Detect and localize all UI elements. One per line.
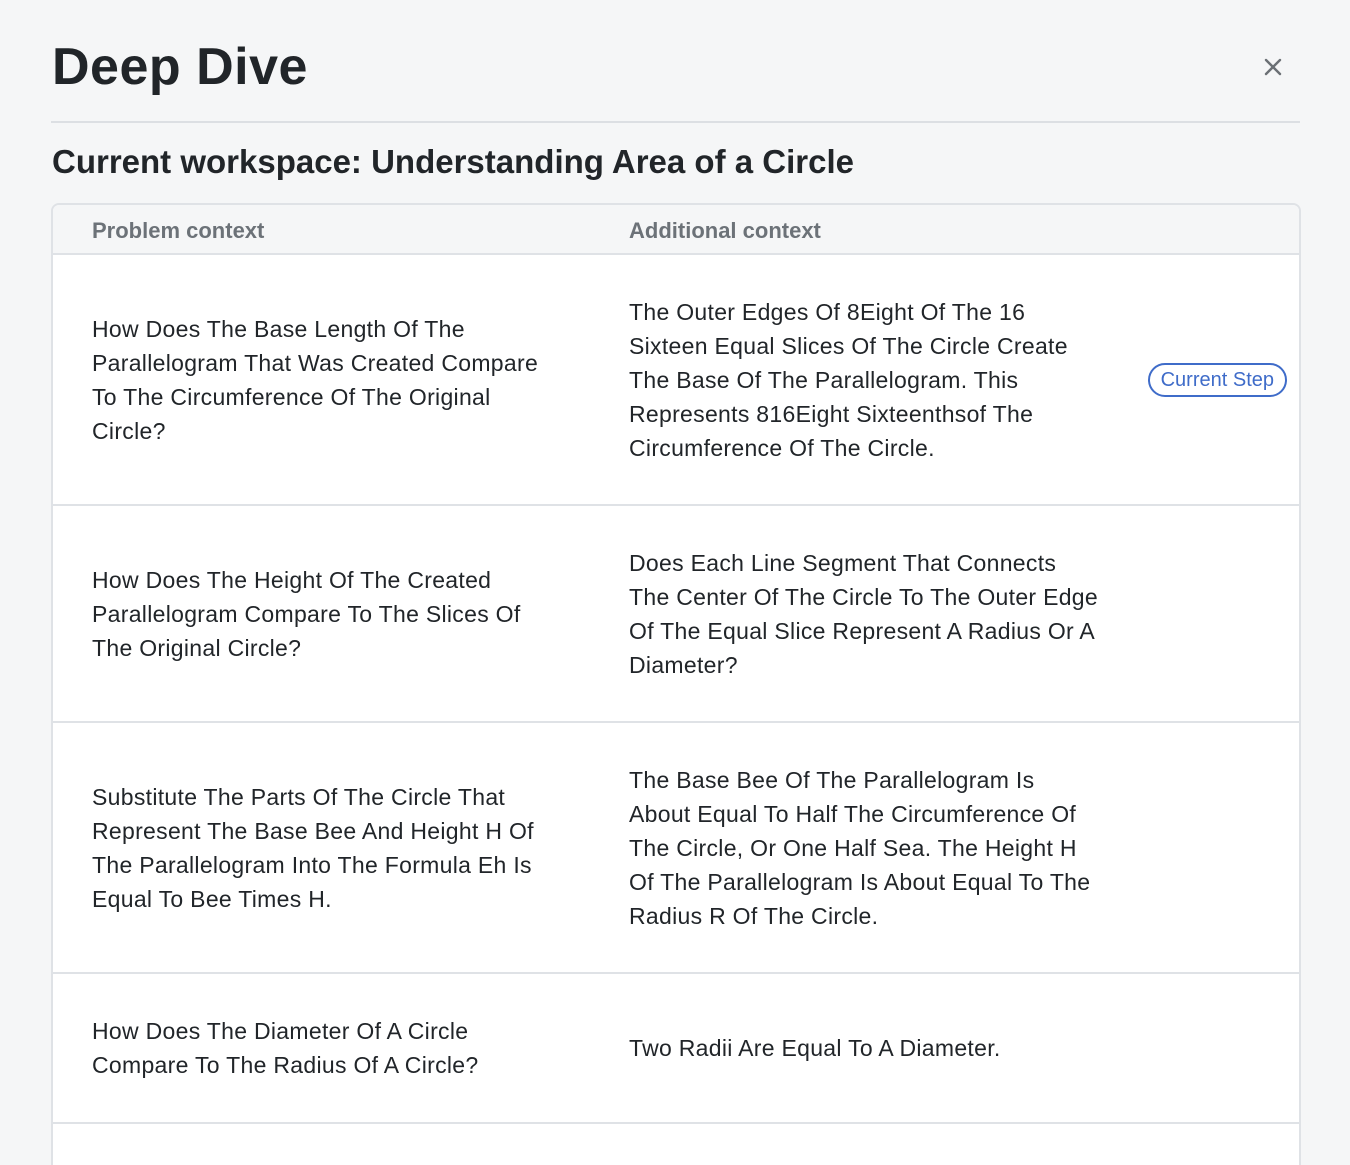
additional-context-cell: The Outer Edges Of 8Eight Of The 16 Sixt…: [629, 298, 1068, 461]
additional-context-cell: Two Radii Are Equal To A Diameter.: [629, 1035, 1001, 1061]
column-header-additional-context: Additional context: [629, 218, 821, 243]
table-row[interactable]: Substitute The Parts Of The Circle That …: [53, 723, 1299, 974]
current-step-badge: Current Step: [1147, 362, 1287, 397]
table-row[interactable]: How Does The Diameter Of A Circle Compar…: [53, 974, 1299, 1124]
additional-context-cell: The Base Bee Of The Parallelogram Is Abo…: [629, 766, 1091, 929]
column-header-problem-context: Problem context: [92, 218, 265, 243]
problem-context-cell: Substitute The Parts Of The Circle That …: [92, 783, 534, 912]
problem-context-cell: How Does The Diameter Of A Circle Compar…: [92, 1018, 479, 1078]
workspace-heading: Current workspace: Understanding Area of…: [52, 143, 854, 180]
problem-context-cell: How Does The Base Length Of The Parallel…: [92, 315, 539, 444]
table-row[interactable]: How Does The Height Of The Created Paral…: [53, 506, 1299, 723]
close-icon: [1264, 58, 1282, 76]
context-table: Problem context Additional context How D…: [51, 203, 1301, 1165]
additional-context-cell: Does Each Line Segment That Connects The…: [629, 549, 1098, 678]
page-title: Deep Dive: [52, 38, 308, 96]
table-header: Problem context Additional context: [53, 205, 1299, 255]
title-divider: [51, 121, 1300, 123]
table-row[interactable]: [53, 1124, 1299, 1165]
problem-context-cell: How Does The Height Of The Created Paral…: [92, 566, 521, 661]
close-button[interactable]: [1258, 52, 1288, 82]
table-row[interactable]: How Does The Base Length Of The Parallel…: [53, 255, 1299, 506]
